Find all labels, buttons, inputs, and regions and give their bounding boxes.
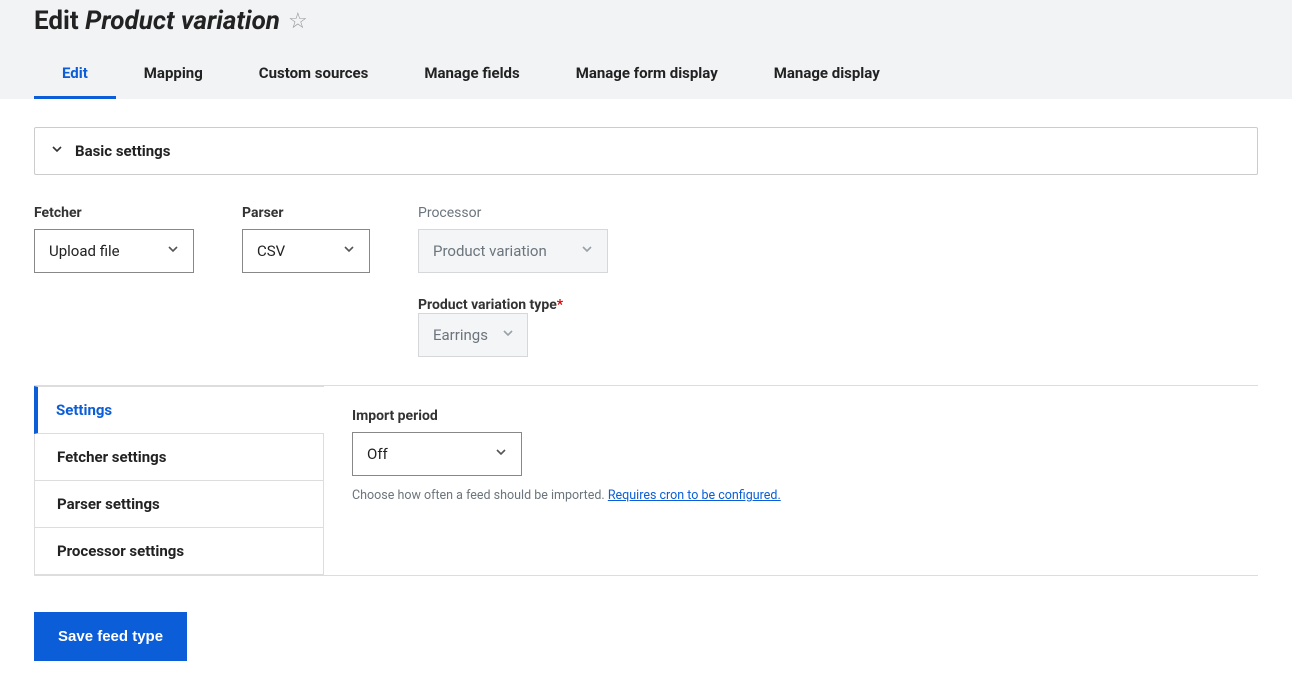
vertical-tabs: Settings Fetcher settings Parser setting…: [34, 386, 324, 575]
vtab-processor-settings[interactable]: Processor settings: [34, 528, 324, 575]
import-period-value: Off: [367, 445, 388, 463]
title-emphasis: Product variation: [85, 6, 280, 36]
processor-select: Product variation: [418, 229, 608, 273]
import-period-label: Import period: [352, 408, 1230, 424]
tab-custom-sources[interactable]: Custom sources: [231, 50, 397, 99]
title-prefix: Edit: [34, 6, 79, 36]
star-icon[interactable]: ☆: [288, 9, 308, 34]
parser-value: CSV: [257, 242, 285, 260]
chevron-down-icon: [167, 243, 179, 259]
tab-edit[interactable]: Edit: [34, 50, 116, 99]
vtab-fetcher-settings[interactable]: Fetcher settings: [34, 434, 324, 481]
chevron-down-icon: [581, 243, 593, 259]
processor-value: Product variation: [433, 242, 547, 260]
cron-config-link[interactable]: Requires cron to be configured.: [608, 488, 781, 503]
parser-select[interactable]: CSV: [242, 229, 370, 273]
required-indicator: *: [557, 297, 563, 313]
variation-type-value: Earrings: [433, 326, 488, 344]
fetcher-label: Fetcher: [34, 205, 194, 221]
tab-manage-display[interactable]: Manage display: [746, 50, 908, 99]
vtab-parser-settings[interactable]: Parser settings: [34, 481, 324, 528]
fetcher-value: Upload file: [49, 242, 120, 260]
basic-settings-label: Basic settings: [75, 142, 170, 160]
variation-type-label: Product variation type*: [418, 297, 563, 313]
page-title: Edit Product variation ☆: [34, 6, 1258, 50]
save-feed-type-button[interactable]: Save feed type: [34, 612, 187, 661]
import-period-help: Choose how often a feed should be import…: [352, 488, 1230, 503]
chevron-down-icon: [343, 243, 355, 259]
chevron-down-icon: [51, 143, 63, 159]
vtab-settings[interactable]: Settings: [34, 386, 324, 434]
fetcher-select[interactable]: Upload file: [34, 229, 194, 273]
tab-mapping[interactable]: Mapping: [116, 50, 231, 99]
chevron-down-icon: [495, 446, 507, 462]
chevron-down-icon: [502, 327, 514, 343]
settings-panel: Settings Fetcher settings Parser setting…: [34, 385, 1258, 576]
basic-settings-toggle[interactable]: Basic settings: [34, 127, 1258, 175]
import-period-select[interactable]: Off: [352, 432, 522, 476]
primary-tabs: Edit Mapping Custom sources Manage field…: [34, 50, 1258, 99]
tab-manage-fields[interactable]: Manage fields: [396, 50, 547, 99]
parser-label: Parser: [242, 205, 370, 221]
processor-label: Processor: [418, 205, 608, 221]
variation-type-select: Earrings: [418, 313, 528, 357]
tab-manage-form-display[interactable]: Manage form display: [548, 50, 746, 99]
